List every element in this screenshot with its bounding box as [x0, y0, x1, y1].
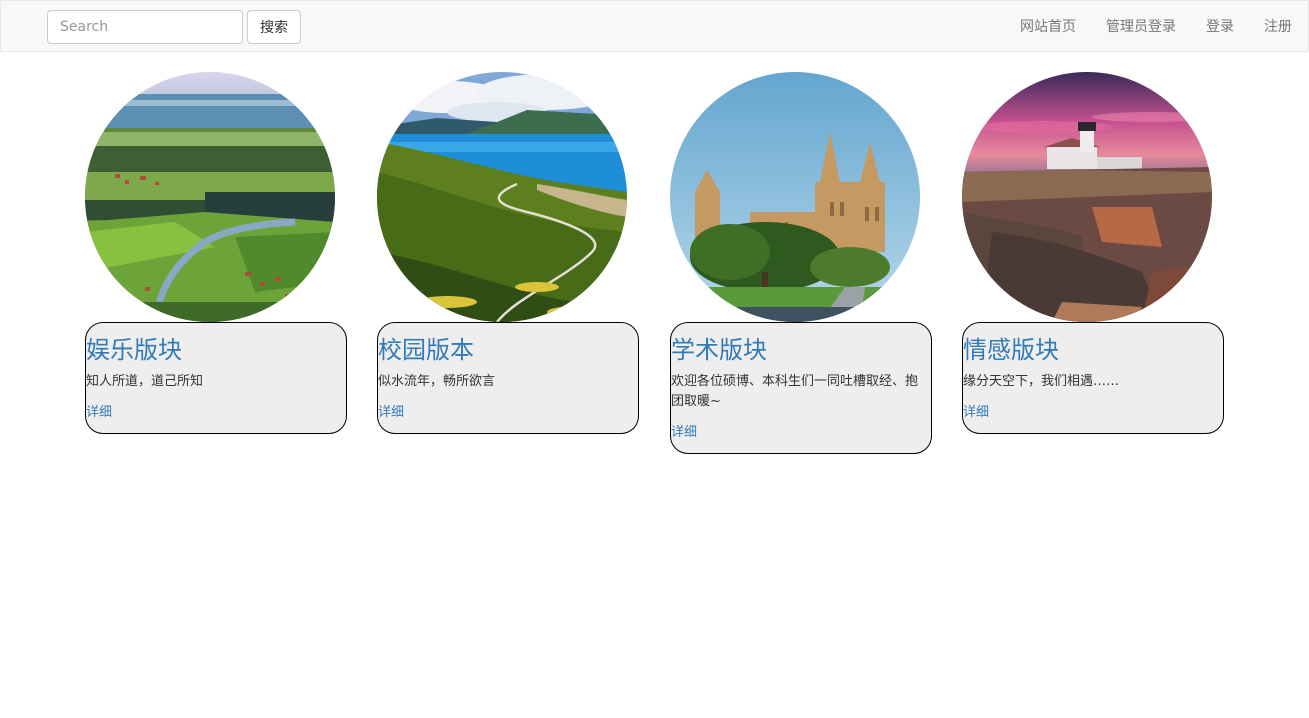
- card-description: 知人所道，道己所知: [86, 374, 204, 390]
- nav-links: 网站首页 管理员登录 登录 注册: [990, 1, 1292, 51]
- card-image[interactable]: [85, 72, 335, 322]
- card-description: 欢迎各位硕博、本科生们一同吐槽取经、抱团取暖~: [671, 374, 919, 410]
- search-button[interactable]: 搜索: [247, 10, 301, 44]
- card-detail-link[interactable]: 详细: [963, 405, 989, 420]
- search-input[interactable]: [47, 10, 243, 44]
- card-title: 娱乐版块: [86, 336, 182, 364]
- nav-admin-login-link[interactable]: 管理员登录: [1106, 16, 1176, 36]
- card-caption: 校园版本 似水流年，畅所欲言 详细: [377, 322, 639, 435]
- card-detail-link[interactable]: 详细: [671, 425, 697, 440]
- card-caption: 学术版块 欢迎各位硕博、本科生们一同吐槽取经、抱团取暖~ 详细: [670, 322, 932, 455]
- card-caption: 娱乐版块 知人所道，道己所知 详细: [85, 322, 347, 435]
- card-image[interactable]: [377, 72, 627, 322]
- top-navbar: 搜索 网站首页 管理员登录 登录 注册: [0, 0, 1309, 52]
- card-entertainment: 娱乐版块 知人所道，道己所知 详细: [85, 72, 347, 435]
- mountain-lake-image: [377, 72, 627, 322]
- card-campus: 校园版本 似水流年，畅所欲言 详细: [377, 72, 639, 435]
- card-detail-link[interactable]: 详细: [378, 405, 404, 420]
- card-title: 校园版本: [378, 336, 474, 364]
- card-title: 情感版块: [963, 336, 1059, 364]
- countryside-image: [85, 72, 335, 322]
- card-title: 学术版块: [671, 336, 767, 364]
- nav-home-link[interactable]: 网站首页: [1020, 16, 1076, 36]
- card-caption: 情感版块 缘分天空下，我们相遇…… 详细: [962, 322, 1224, 435]
- cathedral-image: [670, 72, 920, 322]
- card-emotion: 情感版块 缘分天空下，我们相遇…… 详细: [962, 72, 1224, 435]
- card-image[interactable]: [670, 72, 920, 322]
- card-description: 似水流年，畅所欲言: [378, 374, 496, 390]
- card-image[interactable]: [962, 72, 1212, 322]
- card-academic: 学术版块 欢迎各位硕博、本科生们一同吐槽取经、抱团取暖~ 详细: [670, 72, 932, 455]
- lighthouse-image: [962, 72, 1212, 322]
- card-description: 缘分天空下，我们相遇……: [963, 374, 1120, 390]
- nav-login-link[interactable]: 登录: [1206, 16, 1234, 36]
- card-detail-link[interactable]: 详细: [86, 405, 112, 420]
- nav-register-link[interactable]: 注册: [1264, 16, 1292, 36]
